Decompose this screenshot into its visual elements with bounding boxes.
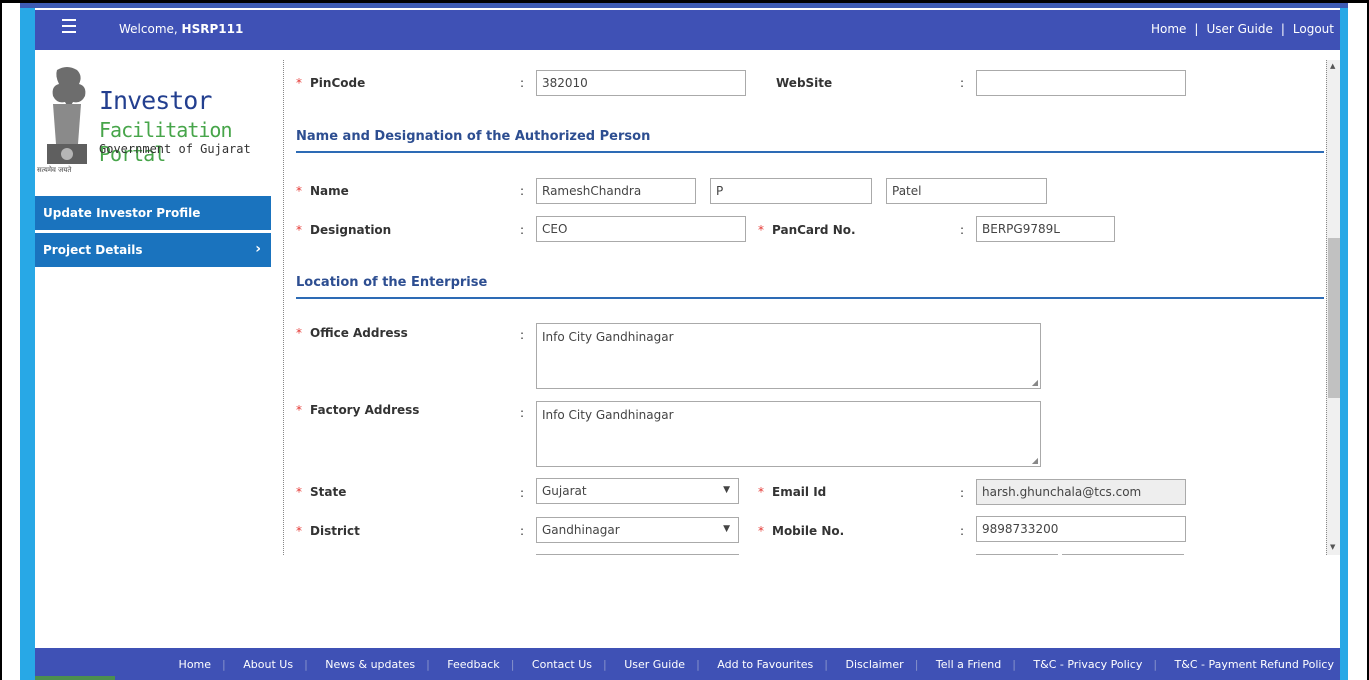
district-selected-value: Gandhinagar xyxy=(542,523,620,537)
caret-down-icon: ▼ xyxy=(723,524,730,534)
scroll-up-icon[interactable]: ▲ xyxy=(1330,62,1335,70)
resize-grip-icon[interactable]: ◢ xyxy=(1032,456,1038,465)
mobile-label: * Mobile No. xyxy=(758,524,845,538)
logo-line-investor: Investor xyxy=(99,86,212,115)
username: HSRP111 xyxy=(181,22,244,36)
sidebar-item-label: Project Details xyxy=(43,243,143,257)
pincode-label: * PinCode xyxy=(296,76,366,90)
last-name-input[interactable]: Patel xyxy=(886,178,1047,204)
status-mark xyxy=(35,676,115,680)
header-links: Home | User Guide | Logout xyxy=(1151,22,1334,36)
user-guide-link[interactable]: User Guide xyxy=(1206,22,1272,36)
colon: : xyxy=(520,486,525,500)
partial-input[interactable] xyxy=(536,554,739,555)
logo-line-government: Government of Gujarat xyxy=(99,142,251,156)
emblem-caption: सत्यमेव जयते xyxy=(37,166,72,174)
district-select[interactable]: Gandhinagar ▼ xyxy=(536,517,739,543)
colon: : xyxy=(520,406,525,420)
designation-input[interactable]: CEO xyxy=(536,216,746,242)
first-name-input[interactable]: RameshChandra xyxy=(536,178,696,204)
link-separator: | xyxy=(1194,22,1199,36)
colon: : xyxy=(520,223,525,237)
office-address-value: Info City Gandhinagar xyxy=(542,330,674,344)
sidebar-item-project-details[interactable]: Project Details › xyxy=(35,233,271,267)
sidebar: सत्यमेव जयते Investor Facilitation Porta… xyxy=(35,50,271,590)
hamburger-icon[interactable] xyxy=(62,19,76,35)
pancard-input[interactable]: BERPG9789L xyxy=(976,216,1115,242)
colon: : xyxy=(960,486,965,500)
partial-input[interactable] xyxy=(976,554,1058,555)
top-header: Welcome, HSRP111 Home | User Guide | Logout xyxy=(35,10,1340,50)
email-label: * Email Id xyxy=(758,485,827,499)
emblem-icon xyxy=(47,67,87,164)
sidebar-item-update-investor-profile[interactable]: Update Investor Profile xyxy=(35,196,271,230)
office-address-textarea[interactable]: Info City Gandhinagar ◢ xyxy=(536,323,1041,389)
right-accent-bar xyxy=(1340,8,1348,680)
link-separator: | xyxy=(1280,22,1285,36)
vertical-scrollbar[interactable]: ▲ ▼ xyxy=(1326,60,1340,555)
website-label: WebSite xyxy=(776,76,833,90)
colon: : xyxy=(520,524,525,538)
left-accent-bar xyxy=(20,8,35,680)
office-address-label: * Office Address xyxy=(296,326,408,340)
colon: : xyxy=(520,328,525,342)
factory-address-value: Info City Gandhinagar xyxy=(542,408,674,422)
home-link[interactable]: Home xyxy=(1151,22,1186,36)
footer-link-user-guide[interactable]: User Guide xyxy=(624,658,685,671)
colon: : xyxy=(960,524,965,538)
pincode-input[interactable]: 382010 xyxy=(536,70,746,96)
footer: Home | About Us | News & updates | Feedback… xyxy=(35,648,1340,680)
portal-logo: सत्यमेव जयते Investor Facilitation Porta… xyxy=(35,60,271,185)
footer-link-feedback[interactable]: Feedback xyxy=(447,658,499,671)
footer-link-about[interactable]: About Us xyxy=(243,658,293,671)
footer-link-disclaimer[interactable]: Disclaimer xyxy=(846,658,904,671)
mobile-input[interactable]: 9898733200 xyxy=(976,516,1186,542)
colon: : xyxy=(520,184,525,198)
colon: : xyxy=(960,76,965,90)
footer-link-privacy[interactable]: T&C - Privacy Policy xyxy=(1033,658,1142,671)
designation-label: * Designation xyxy=(296,223,392,237)
form-content[interactable]: * PinCode : 382010 WebSite : Name and Des… xyxy=(283,60,1326,555)
name-label: * Name xyxy=(296,184,349,198)
welcome-prefix: Welcome, xyxy=(119,22,178,36)
footer-link-tell-friend[interactable]: Tell a Friend xyxy=(936,658,1001,671)
footer-link-contact[interactable]: Contact Us xyxy=(532,658,592,671)
state-label: * State xyxy=(296,485,347,499)
footer-link-home[interactable]: Home xyxy=(179,658,211,671)
factory-address-label: * Factory Address xyxy=(296,403,420,417)
colon: : xyxy=(960,223,965,237)
caret-down-icon: ▼ xyxy=(723,485,730,495)
welcome-text: Welcome, HSRP111 xyxy=(119,22,243,36)
footer-link-favourites[interactable]: Add to Favourites xyxy=(717,658,813,671)
state-select[interactable]: Gujarat ▼ xyxy=(536,478,739,504)
partial-input[interactable] xyxy=(1062,554,1184,555)
state-selected-value: Gujarat xyxy=(542,484,587,498)
footer-link-refund[interactable]: T&C - Payment Refund Policy xyxy=(1175,658,1334,671)
footer-links: Home | About Us | News & updates | Feedback… xyxy=(178,658,1334,671)
section-authorized-person: Name and Designation of the Authorized P… xyxy=(296,129,1324,153)
top-strip xyxy=(20,3,1348,8)
district-label: * District xyxy=(296,524,360,538)
chevron-right-icon: › xyxy=(255,241,261,257)
resize-grip-icon[interactable]: ◢ xyxy=(1032,378,1038,387)
scrollbar-thumb[interactable] xyxy=(1328,238,1340,398)
colon: : xyxy=(520,76,525,90)
website-input[interactable] xyxy=(976,70,1186,96)
logout-link[interactable]: Logout xyxy=(1293,22,1334,36)
sidebar-item-label: Update Investor Profile xyxy=(43,206,201,220)
section-location: Location of the Enterprise xyxy=(296,275,1324,299)
middle-name-input[interactable]: P xyxy=(710,178,872,204)
email-input[interactable]: harsh.ghunchala@tcs.com xyxy=(976,479,1186,505)
factory-address-textarea[interactable]: Info City Gandhinagar ◢ xyxy=(536,401,1041,467)
scroll-down-icon[interactable]: ▼ xyxy=(1330,543,1335,551)
pancard-label: * PanCard No. xyxy=(758,223,856,237)
footer-link-news[interactable]: News & updates xyxy=(325,658,415,671)
